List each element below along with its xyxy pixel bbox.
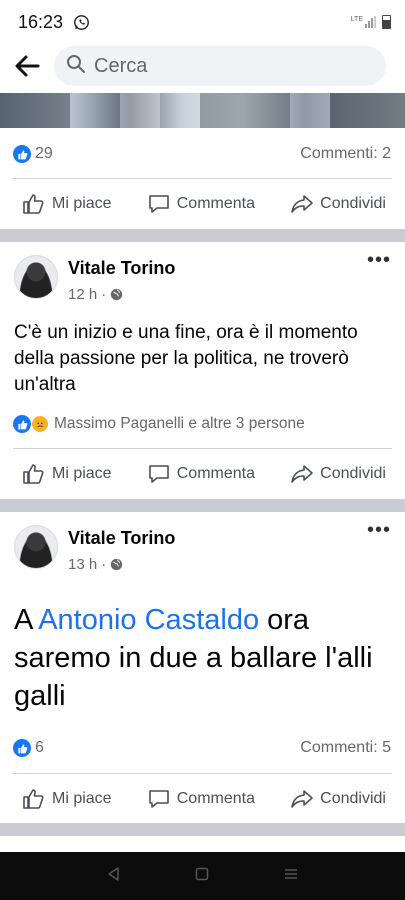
comment-button[interactable]: Commenta bbox=[147, 787, 255, 811]
search-icon bbox=[66, 54, 86, 79]
post-counts: Massimo Paganelli e altre 3 persone bbox=[0, 412, 405, 436]
post-header: Vitale Torino 12 h · ••• bbox=[0, 249, 405, 303]
comment-icon bbox=[148, 195, 169, 213]
menu-nav-icon[interactable] bbox=[283, 866, 299, 887]
more-options-icon[interactable]: ••• bbox=[367, 519, 391, 542]
post-counts: 29 Commenti: 2 bbox=[0, 142, 405, 166]
whatsapp-icon bbox=[73, 14, 90, 31]
search-input[interactable]: Cerca bbox=[54, 46, 386, 86]
post-time[interactable]: 12 h bbox=[68, 286, 97, 303]
share-button-label: Condividi bbox=[320, 195, 386, 212]
comment-button-label: Commenta bbox=[176, 790, 255, 807]
network-label: LTE bbox=[350, 16, 363, 23]
reactions-summary[interactable]: Massimo Paganelli e altre 3 persone bbox=[54, 415, 305, 433]
post-separator bbox=[0, 229, 405, 242]
top-bar: Cerca bbox=[0, 44, 405, 88]
share-icon bbox=[291, 790, 313, 808]
like-count[interactable]: 6 bbox=[35, 739, 44, 757]
like-reaction-icon bbox=[13, 145, 31, 163]
share-button[interactable]: Condividi bbox=[290, 787, 386, 811]
globe-icon bbox=[110, 288, 123, 301]
author-name[interactable]: Vitale Torino bbox=[68, 528, 175, 549]
search-placeholder: Cerca bbox=[94, 54, 148, 77]
comment-icon bbox=[148, 465, 169, 483]
more-options-icon[interactable]: ••• bbox=[367, 249, 391, 272]
share-button-label: Condividi bbox=[320, 465, 386, 482]
post-image[interactable] bbox=[0, 93, 405, 128]
post-separator bbox=[0, 499, 405, 512]
back-arrow-icon[interactable] bbox=[0, 44, 54, 88]
post-actions: Mi piace Commenta Condividi bbox=[0, 460, 405, 488]
dot-separator: · bbox=[101, 556, 107, 573]
mention-link[interactable]: Antonio Castaldo bbox=[38, 604, 259, 636]
avatar[interactable] bbox=[14, 255, 58, 299]
post-actions: Mi piace Commenta Condividi bbox=[0, 785, 405, 813]
battery-icon bbox=[382, 15, 391, 29]
post-counts: 6 Commenti: 5 bbox=[0, 736, 405, 760]
post-text: C'è un inizio e una fine, ora è il momen… bbox=[14, 322, 358, 395]
divider bbox=[13, 448, 392, 449]
comment-count[interactable]: Commenti: 2 bbox=[300, 145, 391, 163]
avatar[interactable] bbox=[14, 525, 58, 569]
dot-separator: · bbox=[101, 286, 107, 303]
like-button[interactable]: Mi piace bbox=[22, 462, 112, 486]
comment-button[interactable]: Commenta bbox=[147, 462, 255, 486]
back-nav-icon[interactable] bbox=[106, 866, 122, 887]
comment-button-label: Commenta bbox=[176, 465, 255, 482]
post-time[interactable]: 13 h bbox=[68, 556, 97, 573]
status-time: 16:23 bbox=[18, 11, 64, 32]
like-button-label: Mi piace bbox=[52, 465, 112, 482]
post-text-start: A bbox=[14, 604, 39, 636]
thumbs-up-icon bbox=[23, 789, 44, 809]
like-reaction-icon bbox=[13, 739, 31, 757]
like-button-label: Mi piace bbox=[52, 790, 112, 807]
post-actions: Mi piace Commenta Condividi bbox=[0, 190, 405, 218]
comment-button[interactable]: Commenta bbox=[147, 192, 255, 216]
share-button[interactable]: Condividi bbox=[290, 192, 386, 216]
home-nav-icon[interactable] bbox=[194, 866, 210, 887]
like-button-label: Mi piace bbox=[52, 195, 112, 212]
comment-icon bbox=[148, 790, 169, 808]
author-name[interactable]: Vitale Torino bbox=[68, 258, 175, 279]
divider bbox=[13, 178, 392, 179]
comment-button-label: Commenta bbox=[176, 195, 255, 212]
status-bar: 16:23 LTE bbox=[0, 0, 405, 44]
post-text: A Antonio Castaldo ora saremo in due a b… bbox=[0, 601, 405, 715]
system-nav-bar bbox=[0, 852, 405, 900]
share-icon bbox=[291, 465, 313, 483]
signal-icon: LTE bbox=[351, 16, 376, 28]
like-reaction-icon bbox=[13, 415, 31, 433]
sad-reaction-icon bbox=[31, 415, 49, 433]
like-count[interactable]: 29 bbox=[35, 145, 53, 163]
globe-icon bbox=[110, 558, 123, 571]
share-button-label: Condividi bbox=[320, 790, 386, 807]
thumbs-up-icon bbox=[23, 464, 44, 484]
share-button[interactable]: Condividi bbox=[290, 462, 386, 486]
comment-count[interactable]: Commenti: 5 bbox=[300, 739, 391, 757]
share-icon bbox=[291, 195, 313, 213]
post-header: Vitale Torino 13 h · ••• bbox=[0, 519, 405, 573]
post-separator bbox=[0, 823, 405, 836]
like-button[interactable]: Mi piace bbox=[22, 787, 112, 811]
thumbs-up-icon bbox=[23, 194, 44, 214]
like-button[interactable]: Mi piace bbox=[22, 192, 112, 216]
divider bbox=[13, 773, 392, 774]
